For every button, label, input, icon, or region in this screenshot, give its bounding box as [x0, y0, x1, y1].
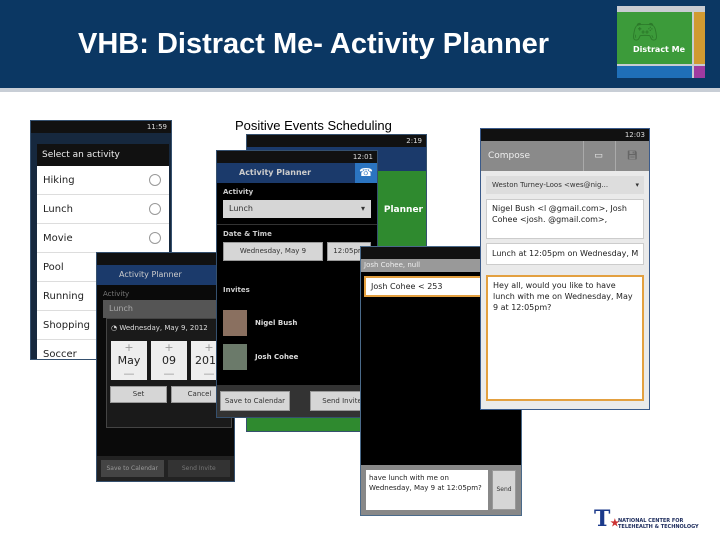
- date-button[interactable]: Wednesday, May 9: [223, 242, 323, 261]
- radio-icon[interactable]: [149, 203, 161, 215]
- compose-bar: Compose ▭ 💾︎: [481, 141, 649, 171]
- from-account-dropdown[interactable]: Weston Turney-Loos <wes@nig... ▾: [486, 176, 644, 194]
- save-to-calendar-button[interactable]: Save to Calendar: [220, 391, 290, 411]
- radio-icon[interactable]: [149, 174, 161, 186]
- planner-tile-label: Planner: [383, 205, 423, 215]
- distract-me-logo: 🎮︎ Distract Me: [617, 6, 705, 78]
- activity-option[interactable]: Hiking: [37, 166, 169, 195]
- activity-dropdown[interactable]: Lunch: [103, 300, 228, 318]
- status-time: 12:03: [481, 129, 649, 141]
- date-time-label: Date & Time: [223, 230, 272, 238]
- slide-title: VHB: Distract Me- Activity Planner: [78, 28, 550, 60]
- status-bar: [97, 253, 234, 265]
- date-dialog: ◔ Wednesday, May 9, 2012 + May — +09— +201…: [106, 318, 232, 428]
- month-spinner[interactable]: + May —: [111, 341, 147, 380]
- send-button[interactable]: Send: [492, 470, 516, 510]
- avatar: [223, 344, 247, 370]
- message-input[interactable]: have lunch with me on Wednesday, May 9 a…: [366, 470, 488, 510]
- body-field[interactable]: Hey all, would you like to have lunch wi…: [486, 275, 644, 401]
- day-spinner[interactable]: +09—: [151, 341, 187, 380]
- app-title: Activity Planner: [97, 265, 234, 285]
- invitee[interactable]: Nigel Bush: [217, 306, 377, 340]
- status-time: 2:19: [247, 135, 426, 147]
- t2-logo: T★ NATIONAL CENTER FOR TELEHEALTH & TECH…: [594, 506, 714, 536]
- activity-label: Activity: [223, 188, 254, 196]
- set-button[interactable]: Set: [110, 386, 167, 403]
- dropdown-arrow-icon: ▾: [360, 204, 365, 213]
- invitee[interactable]: Josh Cohee: [217, 340, 377, 374]
- activity-dropdown[interactable]: Lunch ▾: [223, 200, 371, 218]
- header-divider: [0, 88, 720, 92]
- gamepad-icon: 🎮︎: [631, 20, 659, 45]
- invites-label: Invites: [223, 286, 250, 294]
- date-dialog-title: ◔ Wednesday, May 9, 2012: [111, 324, 208, 332]
- status-time: 12:01: [217, 151, 377, 163]
- avatar: [223, 310, 247, 336]
- action-bar: Activity Planner ☎: [217, 163, 377, 183]
- send-invite-button[interactable]: Send Invite: [167, 460, 230, 477]
- logo-label: Distract Me: [633, 45, 686, 54]
- screen-compose: 12:03 Compose ▭ 💾︎ Weston Turney-Loos <w…: [480, 128, 650, 410]
- activity-option[interactable]: Movie: [37, 224, 169, 253]
- screen-activity-planner: 12:01 Activity Planner ☎ Activity Lunch ▾ …: [216, 150, 378, 418]
- save-draft-icon[interactable]: 💾︎: [615, 141, 649, 171]
- activity-label: Activity: [103, 290, 130, 298]
- screen-date-picker: Activity Planner Activity Lunch ◔ Wednes…: [96, 252, 235, 482]
- dialog-title: Select an activity: [37, 144, 169, 166]
- activity-option[interactable]: Lunch: [37, 195, 169, 224]
- t2-mark-icon: T★: [594, 506, 620, 532]
- dropdown-arrow-icon: ▾: [635, 181, 639, 189]
- footer-logo-text: NATIONAL CENTER FOR TELEHEALTH & TECHNOL…: [618, 518, 699, 530]
- to-field[interactable]: Nigel Bush <l @gmail.com>, Josh Cohee <j…: [486, 199, 644, 239]
- attach-image-icon[interactable]: ▭: [583, 141, 613, 171]
- subject-field[interactable]: Lunch at 12:05pm on Wednesday, M: [486, 243, 644, 265]
- phone-icon[interactable]: ☎: [355, 163, 377, 183]
- caption: Positive Events Scheduling: [235, 118, 392, 133]
- status-time: 11:59: [31, 121, 171, 133]
- radio-icon[interactable]: [149, 232, 161, 244]
- save-to-calendar-button[interactable]: Save to Calendar: [101, 460, 164, 477]
